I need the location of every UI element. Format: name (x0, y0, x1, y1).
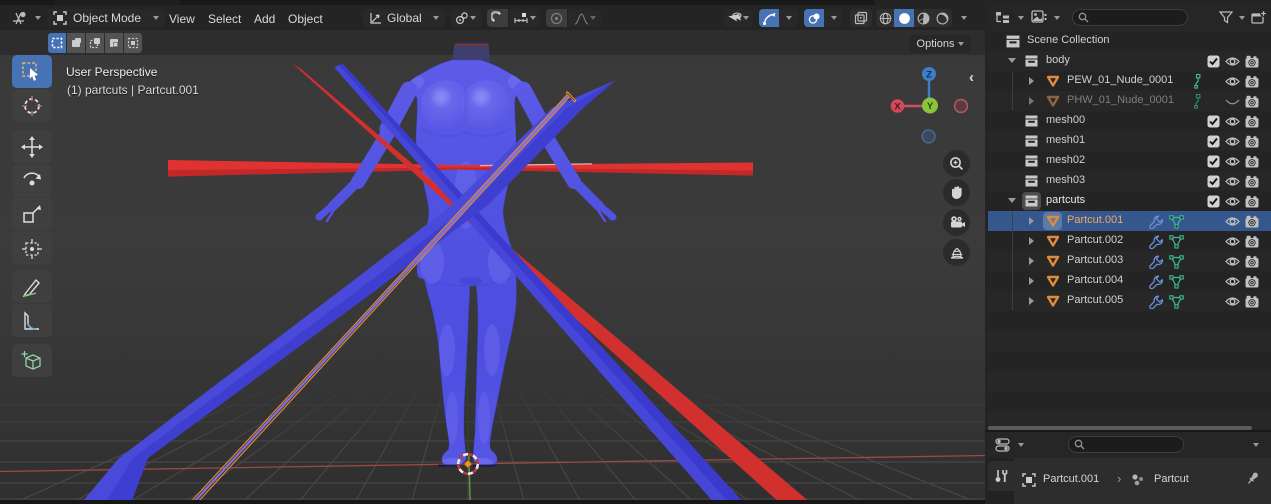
svg-text:Z: Z (926, 70, 932, 81)
svg-text:X: X (894, 102, 901, 113)
svg-text:Y: Y (927, 101, 934, 112)
